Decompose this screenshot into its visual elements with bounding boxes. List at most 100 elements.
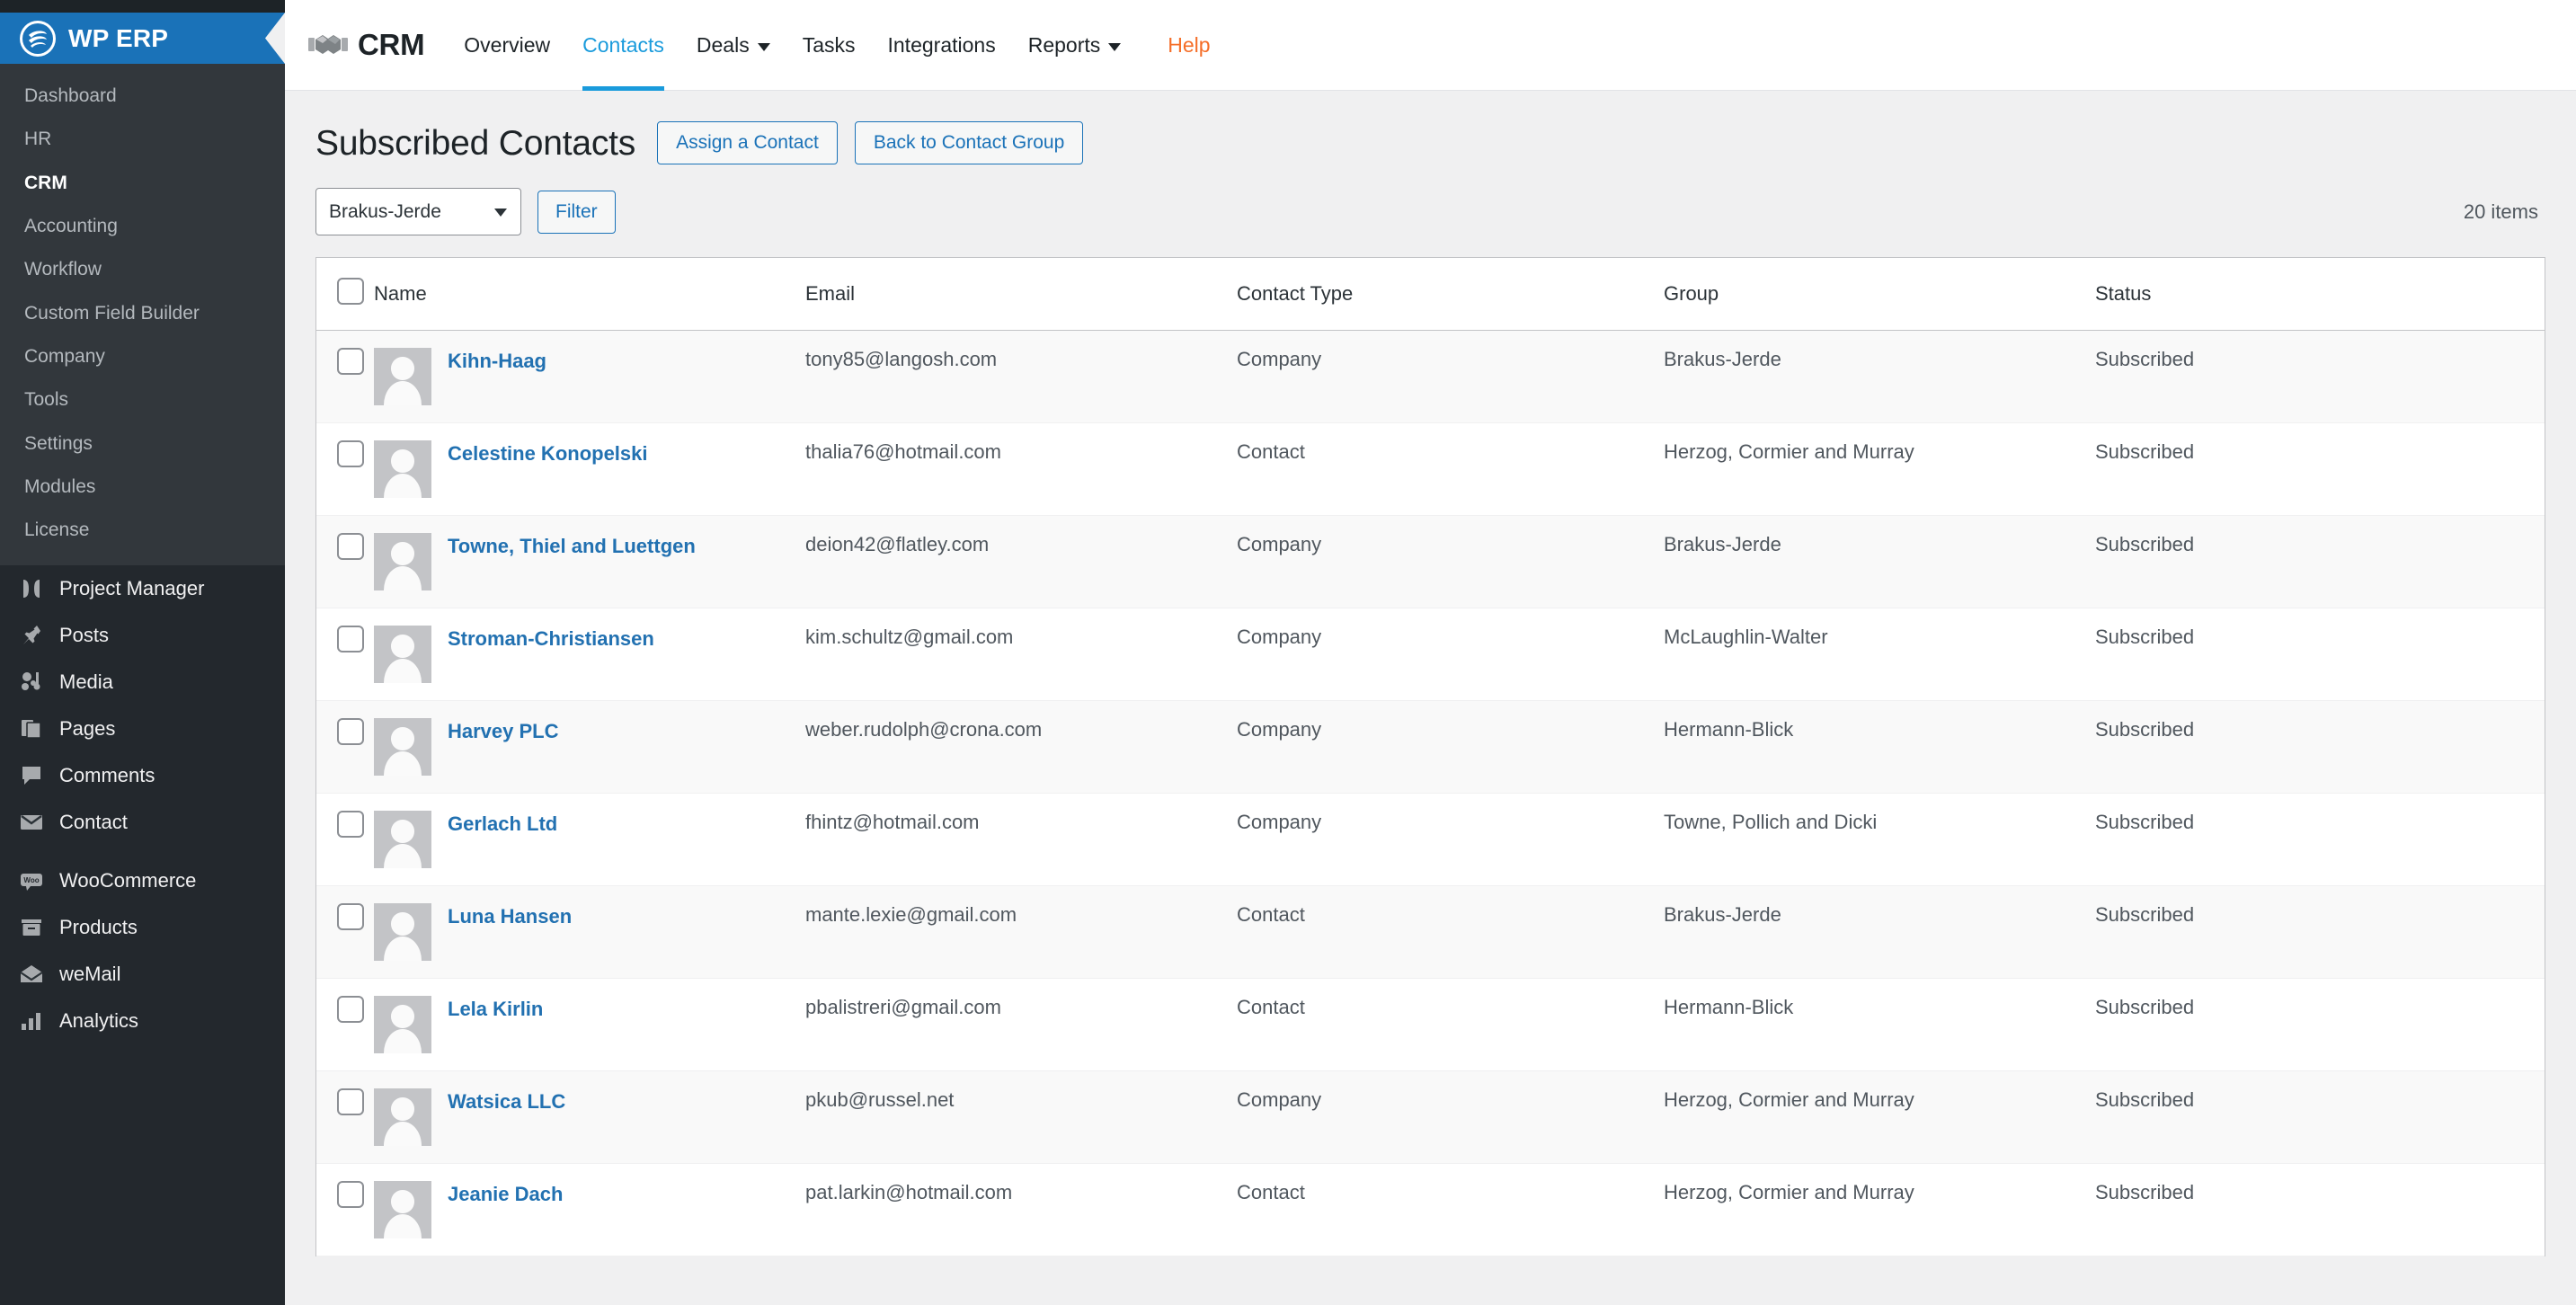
sidebar-item-comments[interactable]: Comments [0,752,285,799]
sidebar-submenu-item-modules[interactable]: Modules [0,466,285,509]
cell-status: Subscribed [2095,996,2195,1018]
wperp-logo-icon [20,20,56,57]
sidebar-submenu-item-accounting[interactable]: Accounting [0,205,285,248]
contact-name-link[interactable]: Towne, Thiel and Luettgen [448,533,696,558]
sidebar-item-posts[interactable]: Posts [0,612,285,659]
nav-item-reports[interactable]: Reports [1012,0,1138,91]
column-header-contact-type[interactable]: Contact Type [1237,258,1664,331]
sidebar-submenu-item-custom-field-builder[interactable]: Custom Field Builder [0,292,285,335]
row-checkbox[interactable] [337,533,364,560]
contact-name-link[interactable]: Kihn-Haag [448,348,546,373]
select-all-checkbox[interactable] [337,278,364,305]
nav-item-contacts[interactable]: Contacts [566,0,680,91]
cell-status: Subscribed [2095,440,2195,463]
row-checkbox[interactable] [337,996,364,1023]
sidebar-item-media[interactable]: Media [0,659,285,706]
cell-group: Towne, Pollich and Dicki [1664,811,1878,833]
nav-item-overview[interactable]: Overview [448,0,566,91]
cell-email: thalia76@hotmail.com [805,440,1001,463]
media-icon [15,670,48,694]
row-checkbox[interactable] [337,1088,364,1115]
contact-name-link[interactable]: Gerlach Ltd [448,811,557,836]
sidebar-submenu-item-tools[interactable]: Tools [0,378,285,422]
avatar [374,348,431,405]
page-content: Subscribed Contacts Assign a Contact Bac… [285,91,2576,1256]
column-header-status[interactable]: Status [2095,258,2545,331]
table-row: Gerlach Ltd fhintz@hotmail.com Company Town… [316,793,2545,886]
filter-button[interactable]: Filter [537,190,616,234]
contact-name-link[interactable]: Harvey PLC [448,718,559,743]
wperp-brand[interactable]: WP ERP [0,13,285,64]
row-checkbox[interactable] [337,811,364,838]
contact-group-select[interactable]: Brakus-Jerde [315,188,521,235]
cell-email: pat.larkin@hotmail.com [805,1181,1013,1203]
row-select-cell [316,423,374,516]
cell-contact-type: Company [1237,626,1322,648]
contact-name-link[interactable]: Watsica LLC [448,1088,565,1114]
row-checkbox[interactable] [337,440,364,467]
wperp-brand-label: WP ERP [68,23,169,52]
cell-status: Subscribed [2095,348,2195,370]
sidebar-item-wemail[interactable]: weMail [0,951,285,998]
table-row: Watsica LLC pkub@russel.net Company Herzog,… [316,1070,2545,1164]
table-row: Jeanie Dach pat.larkin@hotmail.com Contact… [316,1163,2545,1256]
filter-bar: Brakus-Jerde Filter 20 items [315,188,2545,235]
cell-name: Gerlach Ltd [374,794,805,886]
avatar [374,996,431,1053]
nav-item-deals[interactable]: Deals [680,0,786,91]
wp-menu: Project Manager Posts Media Pages Comments Co… [0,565,285,1044]
cell-status: Subscribed [2095,626,2195,648]
contact-name-link[interactable]: Lela Kirlin [448,996,543,1021]
contact-name-link[interactable]: Celestine Konopelski [448,440,648,466]
cell-contact-type: Company [1237,718,1322,741]
row-checkbox[interactable] [337,718,364,745]
table-header-row: Name Email Contact Type Group Status [316,258,2545,331]
sidebar-item-woocommerce[interactable]: Woo WooCommerce [0,857,285,904]
table-head: Name Email Contact Type Group Status [316,258,2545,331]
sidebar-item-products[interactable]: Products [0,904,285,951]
row-checkbox[interactable] [337,903,364,930]
sidebar-submenu-item-license[interactable]: License [0,509,285,552]
sidebar-item-contact[interactable]: Contact [0,799,285,846]
contact-name-link[interactable]: Stroman-Christiansen [448,626,654,651]
cell-group: Herzog, Cormier and Murray [1664,1181,1914,1203]
assign-a-contact-button[interactable]: Assign a Contact [657,121,838,164]
sidebar-submenu-item-dashboard[interactable]: Dashboard [0,75,285,118]
nav-item-integrations[interactable]: Integrations [872,0,1012,91]
nav-item-help[interactable]: Help [1151,0,1226,91]
chevron-down-icon [494,208,507,217]
sidebar-item-analytics[interactable]: Analytics [0,998,285,1044]
handshake-icon [308,31,348,58]
sidebar-submenu-item-workflow[interactable]: Workflow [0,248,285,291]
column-header-group[interactable]: Group [1664,258,2095,331]
cell-group: McLaughlin-Walter [1664,626,1828,648]
column-header-email[interactable]: Email [805,258,1237,331]
sidebar-submenu-item-company[interactable]: Company [0,335,285,378]
cell-contact-type: Contact [1237,903,1305,926]
row-checkbox[interactable] [337,626,364,652]
crm-nav-items: Overview Contacts Deals Tasks Integrations Re… [448,0,1226,91]
nav-item-tasks[interactable]: Tasks [786,0,872,91]
row-checkbox[interactable] [337,1181,364,1208]
sidebar-submenu-item-settings[interactable]: Settings [0,422,285,466]
sidebar-item-pages[interactable]: Pages [0,706,285,752]
chevron-down-icon [1108,42,1122,51]
contacts-table: Name Email Contact Type Group Status Kih… [316,258,2545,1256]
crm-title: CRM [358,28,425,61]
contact-name-link[interactable]: Luna Hansen [448,903,572,928]
cell-contact-type: Company [1237,811,1322,833]
nav-item-label: Reports [1027,32,1101,57]
back-to-contact-group-button[interactable]: Back to Contact Group [854,121,1084,164]
nav-item-label: Help [1168,32,1211,57]
sidebar-item-project-manager[interactable]: Project Manager [0,565,285,612]
row-select-cell [316,1071,374,1164]
table-row: Towne, Thiel and Luettgen deion42@flatley… [316,515,2545,608]
app-root: WP ERP Dashboard HR CRM Accounting Workflow C… [0,0,2576,1305]
contact-name-link[interactable]: Jeanie Dach [448,1181,563,1206]
sidebar-submenu-item-hr[interactable]: HR [0,118,285,161]
sidebar-submenu-item-crm[interactable]: CRM [0,162,285,205]
row-checkbox[interactable] [337,348,364,375]
column-header-name[interactable]: Name [374,258,805,331]
avatar [374,1088,431,1146]
cell-name: Lela Kirlin [374,979,805,1071]
